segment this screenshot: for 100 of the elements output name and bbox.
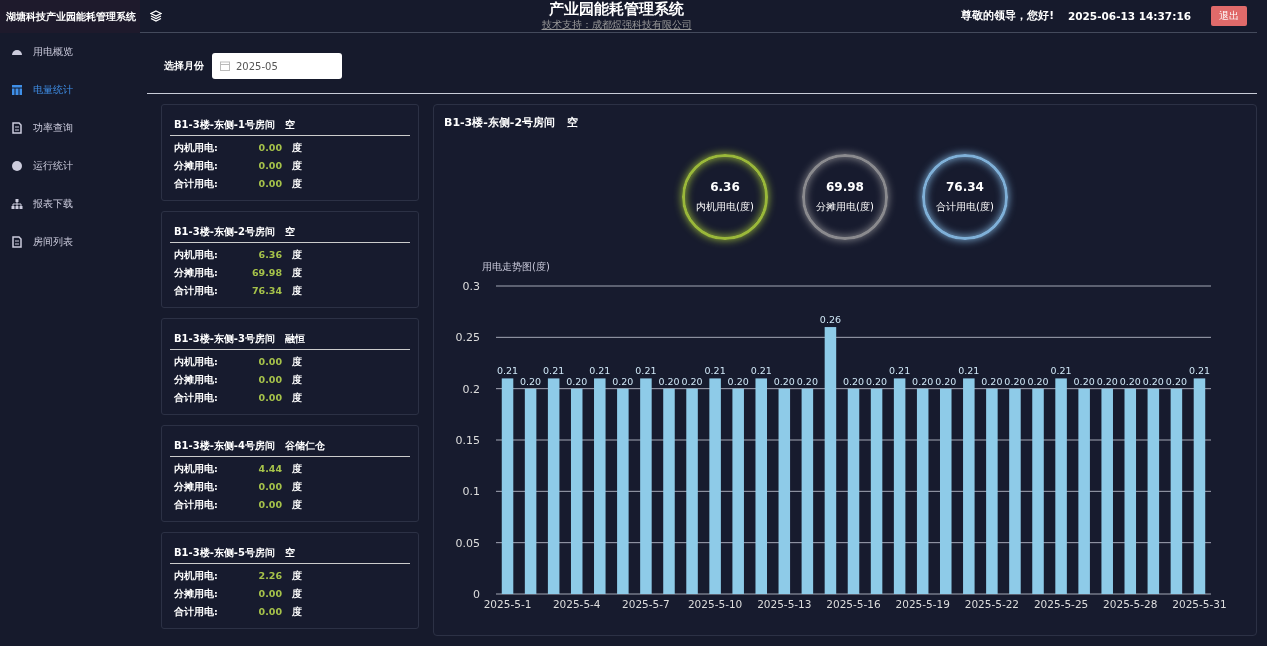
axis-label: 2025-5-4: [552, 598, 601, 610]
axis-label: 2025-5-19: [895, 598, 950, 610]
unit-label: 度: [292, 605, 302, 619]
data-label: 0.21: [750, 365, 772, 377]
usage-value: 0.00: [257, 498, 282, 512]
page-title: 产业园能耗管理系统: [549, 0, 685, 18]
usage-label: 合计用电:: [174, 284, 219, 298]
usage-value: 0.00: [257, 177, 282, 191]
unit-label: 度: [292, 248, 302, 262]
layers-icon[interactable]: [150, 10, 162, 22]
gauge-value: 6.36: [710, 180, 740, 194]
data-label: 0.20: [681, 375, 703, 387]
axis-tick: 0.15: [456, 434, 480, 447]
usage-label: 内机用电:: [174, 462, 219, 476]
data-label: 0.21: [543, 365, 565, 377]
nav-item[interactable]: 报表下载: [0, 185, 140, 223]
data-label: 0.20: [1004, 375, 1026, 387]
unit-label: 度: [292, 266, 302, 280]
data-label: 0.20: [1142, 375, 1164, 387]
axis-tick: 0.3: [462, 280, 480, 293]
data-label: 0.20: [1165, 375, 1187, 387]
greeting: 尊敬的领导，您好!: [961, 9, 1054, 23]
data-label: 0.20: [612, 375, 634, 387]
nav-item[interactable]: 运行统计: [0, 147, 140, 185]
data-label: 0.20: [935, 375, 957, 387]
month-label: 选择月份: [164, 59, 204, 73]
usage-label: 内机用电:: [174, 141, 219, 155]
room-title: B1-3楼-东侧-4号房间 谷储仁仓: [170, 433, 410, 457]
data-label: 0.20: [727, 375, 749, 387]
axis-label: 2025-5-16: [826, 598, 881, 610]
usage-value: 0.00: [257, 355, 282, 369]
axis-label: 2025-5-28: [1103, 598, 1158, 610]
data-label: 0.20: [658, 375, 680, 387]
usage-label: 合计用电:: [174, 391, 219, 405]
data-label: 0.20: [1027, 375, 1049, 387]
data-label: 0.21: [704, 365, 726, 377]
room-title: B1-3楼-东侧-1号房间 空: [170, 112, 410, 136]
axis-label: 2025-5-7: [622, 598, 670, 610]
month-field[interactable]: 2025-05: [212, 53, 342, 79]
nav-item[interactable]: 电量统计: [0, 71, 140, 109]
usage-label: 内机用电:: [174, 248, 219, 262]
data-label: 0.20: [1096, 375, 1118, 387]
unit-label: 度: [292, 177, 302, 191]
room-title: B1-3楼-东侧-2号房间 空: [170, 219, 410, 243]
datetime: 2025-06-13 14:37:16: [1067, 10, 1191, 22]
axis-label: 2025-5-31: [1172, 598, 1227, 610]
unit-label: 度: [292, 159, 302, 173]
data-label: 0.20: [773, 375, 795, 387]
usage-value: 0.00: [257, 605, 282, 619]
usage-label: 合计用电:: [174, 605, 219, 619]
data-label: 0.21: [1050, 365, 1072, 377]
unit-label: 度: [292, 141, 302, 155]
nav-item[interactable]: 功率查询: [0, 109, 140, 147]
gauge-value: 76.34: [946, 180, 984, 194]
data-label: 0.20: [842, 375, 865, 387]
usage-label: 内机用电:: [174, 569, 219, 583]
room-title: B1-3楼-东侧-3号房间 融恒: [170, 326, 410, 350]
nav-item[interactable]: 用电概览: [0, 33, 140, 71]
usage-value: 0.00: [257, 480, 282, 494]
data-label: 0.26: [819, 314, 841, 326]
usage-label: 内机用电:: [174, 355, 219, 369]
nav-item[interactable]: 房间列表: [0, 223, 140, 261]
support-link[interactable]: 技术支持：成都煜强科技有限公司: [541, 18, 692, 32]
document-icon: [11, 122, 23, 134]
usage-value: 0.00: [257, 391, 282, 405]
axis-label: 2025-5-13: [757, 598, 812, 610]
usage-value: 4.44: [257, 462, 282, 476]
data-label: 0.20: [520, 375, 542, 387]
axis-label: 2025-5-22: [964, 598, 1020, 610]
data-label: 0.20: [866, 375, 888, 387]
app-title: 湖塘科技产业园能耗管理系统: [0, 0, 140, 33]
sitemap-icon: [11, 198, 23, 210]
axis-tick: 0.2: [462, 382, 480, 396]
usage-value: 2.26: [257, 569, 282, 583]
unit-label: 度: [292, 480, 302, 494]
unit-label: 度: [292, 587, 302, 601]
usage-label: 分摊用电:: [174, 480, 219, 494]
gauge-label: 内机用电(度): [696, 200, 754, 214]
unit-label: 度: [292, 355, 302, 369]
usage-value: 6.36: [257, 248, 282, 262]
axis-label: 2025-5-10: [687, 598, 743, 610]
gauge-value: 69.98: [826, 180, 864, 194]
usage-value: 0.00: [257, 141, 282, 155]
data-label: 0.20: [796, 375, 818, 387]
usage-label: 分摊用电:: [174, 373, 219, 387]
calendar-icon: [220, 61, 230, 71]
unit-label: 度: [292, 498, 302, 512]
usage-label: 合计用电:: [174, 498, 219, 512]
data-label: 0.21: [889, 365, 911, 377]
gauge-label: 合计用电(度): [936, 200, 994, 214]
data-label: 0.21: [958, 365, 980, 377]
unit-label: 度: [292, 569, 302, 583]
data-label: 0.20: [981, 375, 1003, 387]
gauge-label: 分摊用电(度): [816, 200, 874, 214]
document-icon: [11, 236, 23, 248]
usage-label: 合计用电:: [174, 177, 219, 191]
data-label: 0.20: [566, 375, 588, 387]
usage-label: 分摊用电:: [174, 266, 219, 280]
axis-label: 2025-5-25: [1033, 598, 1089, 610]
unit-label: 度: [292, 462, 302, 476]
